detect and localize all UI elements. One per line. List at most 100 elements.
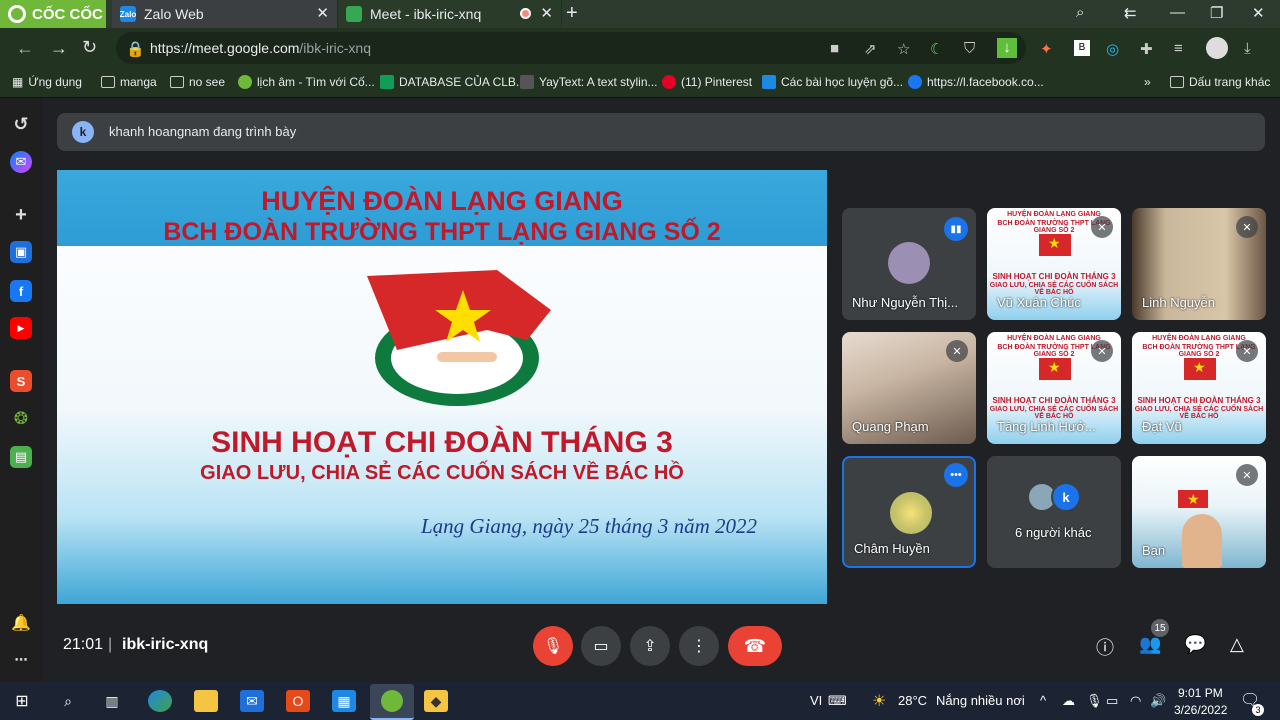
flag-icon — [1178, 490, 1208, 508]
participant-tile[interactable]: HUYỆN ĐOÀN LẠNG GIANG BCH ĐOÀN TRƯỜNG TH… — [987, 208, 1121, 320]
battery-icon[interactable]: ▭ — [1106, 693, 1118, 709]
participant-tile[interactable]: HUYỆN ĐOÀN LẠNG GIANG BCH ĐOÀN TRƯỜNG TH… — [1132, 332, 1266, 444]
people-button[interactable]: 👥 — [1139, 634, 1161, 655]
b-extension-icon[interactable]: B — [1074, 40, 1090, 56]
cloud-icon[interactable]: ☁ — [1062, 693, 1075, 709]
participant-tile[interactable]: ✕ Linh Nguyễn — [1132, 208, 1266, 320]
tab-zalo-web[interactable]: Zalo Zalo Web ✕ — [112, 0, 338, 28]
camera-toggle-button[interactable]: ▭ — [581, 626, 621, 666]
task-view-icon[interactable]: ▥ — [100, 690, 124, 712]
weather-text[interactable]: Nắng nhiều nơi — [936, 693, 1025, 708]
bookmark-no-see[interactable]: no see — [170, 75, 225, 89]
more-options-button[interactable]: ⋮ — [679, 626, 719, 666]
download-extension-icon[interactable]: ↓ — [997, 38, 1017, 58]
volume-icon[interactable]: 🔊 — [1150, 693, 1166, 709]
others-count-label: 6 người khác — [1015, 525, 1092, 540]
minimize-icon[interactable]: — — [1170, 4, 1185, 21]
mail-icon[interactable]: ✉ — [240, 690, 264, 712]
sidebar-more-icon[interactable]: ⋯ — [10, 649, 32, 671]
extension-icon[interactable]: ✦ — [1040, 40, 1053, 58]
add-shortcut-icon[interactable]: + — [10, 204, 32, 226]
url-host: https://meet.google.com — [150, 40, 300, 56]
tile-more-options-icon[interactable]: ••• — [944, 463, 968, 487]
history-icon[interactable]: ⇇ — [1124, 4, 1137, 22]
notification-bell-icon[interactable]: 🔔 — [10, 612, 32, 634]
windows-start-icon[interactable]: ⊞ — [10, 690, 34, 712]
weather-temp[interactable]: 28°C — [898, 693, 927, 708]
tab-meet[interactable]: Meet - ibk-iric-xnq ✕ — [338, 0, 562, 28]
chat-button[interactable]: 💬 — [1184, 634, 1206, 655]
keyboard-icon[interactable]: ⌨ — [828, 693, 847, 709]
bookmark-label: » — [1144, 75, 1151, 89]
tray-chevron-icon[interactable]: ^ — [1040, 693, 1046, 708]
bookmark-facebook[interactable]: https://l.facebook.co... — [908, 75, 1044, 89]
coccoc-taskbar-icon[interactable] — [370, 684, 414, 720]
participant-avatar: k — [1051, 482, 1081, 512]
forward-icon[interactable]: → — [50, 38, 68, 59]
file-explorer-icon[interactable] — [194, 690, 218, 712]
bookmark-manga[interactable]: manga — [101, 75, 157, 89]
contacts-icon[interactable]: ▣ — [10, 241, 32, 263]
url-text[interactable]: https://meet.google.com/ibk-iric-xnq — [150, 40, 371, 56]
coccoc-sidebar-icon[interactable]: ❂ — [10, 408, 32, 430]
mic-toggle-button[interactable]: 🎙 — [533, 626, 573, 666]
lock-icon: 🔒 — [126, 41, 145, 58]
app-taskbar-icon[interactable]: ◆ — [424, 690, 448, 712]
bookmark-star-icon[interactable]: ☆ — [897, 40, 910, 58]
present-screen-button[interactable]: ⇪ — [630, 626, 670, 666]
coccoc-brand-button[interactable]: CỐC CỐC — [0, 0, 106, 28]
meeting-info-button[interactable]: ⓘ — [1096, 634, 1114, 660]
office-icon[interactable]: O — [286, 690, 310, 712]
translate-extension-icon[interactable]: ◎ — [1106, 40, 1119, 58]
dark-mode-icon[interactable]: ☾ — [930, 40, 943, 58]
wifi-icon[interactable]: ◠ — [1130, 693, 1141, 709]
others-tile[interactable]: k 6 người khác — [987, 456, 1121, 568]
maximize-icon[interactable]: ❐ — [1210, 4, 1223, 22]
tab-close-icon[interactable]: ✕ — [540, 4, 553, 22]
people-count-badge: 15 — [1151, 619, 1169, 637]
shield-icon[interactable]: ⛉ — [964, 40, 975, 57]
downloads-icon[interactable]: ⤓ — [1244, 40, 1251, 57]
facebook-icon[interactable]: f — [10, 280, 32, 302]
participant-name: Vũ Xuân Chúc — [997, 295, 1081, 310]
bookmark-database[interactable]: DATABASE CỦA CLB... — [380, 75, 526, 89]
participant-tile[interactable]: ✕ Quang Phạm — [842, 332, 976, 444]
bookmark-other[interactable]: Dấu trang khác — [1170, 75, 1270, 89]
tab-close-icon[interactable]: ✕ — [316, 4, 329, 22]
camera-in-use-icon[interactable]: ■ — [830, 40, 839, 57]
store-icon[interactable]: ▦ — [332, 690, 356, 712]
history-icon[interactable]: ↺ — [10, 113, 32, 135]
zalo-favicon-icon: Zalo — [120, 6, 136, 22]
back-icon[interactable]: ← — [16, 38, 34, 59]
search-icon[interactable]: ⌕ — [56, 690, 80, 712]
profile-avatar[interactable] — [1206, 37, 1228, 59]
input-language[interactable]: VI — [810, 693, 822, 708]
bookmark-luyen-go[interactable]: Các bài học luyện gõ... — [762, 75, 903, 89]
reload-icon[interactable]: ↻ — [82, 37, 97, 58]
facebook-favicon-icon — [908, 75, 922, 89]
messenger-icon[interactable]: ✉ — [10, 151, 32, 173]
bookmark-lich-am[interactable]: lịch âm - Tìm với Cố... — [238, 75, 375, 89]
tab-title: Zalo Web — [144, 6, 204, 22]
youtube-icon[interactable]: ▶ — [10, 317, 32, 339]
bookmark-yaytext[interactable]: YayText: A text stylin... — [520, 75, 658, 89]
share-icon[interactable]: ⇗ — [864, 40, 877, 58]
bookmarks-overflow-button[interactable]: » — [1144, 75, 1151, 89]
puzzle-extensions-icon[interactable]: ✚ — [1140, 40, 1153, 58]
edge-browser-icon[interactable] — [148, 690, 172, 712]
leave-call-button[interactable]: ☎ — [728, 626, 782, 666]
taskbar-date[interactable]: 3/26/2022 — [1174, 703, 1227, 717]
close-window-icon[interactable]: ✕ — [1252, 4, 1265, 22]
participant-tile[interactable]: HUYỆN ĐOÀN LẠNG GIANG BCH ĐOÀN TRƯỜNG TH… — [987, 332, 1121, 444]
bookmark-apps[interactable]: ▦ Ứng dụng — [12, 75, 82, 89]
shopee-icon[interactable]: S — [10, 370, 32, 392]
microphone-icon[interactable]: 🎙 — [1086, 693, 1103, 709]
new-tab-button[interactable]: + — [566, 2, 578, 25]
taskbar-time[interactable]: 9:01 PM — [1178, 686, 1223, 700]
activities-button[interactable]: △ — [1230, 634, 1244, 655]
self-tile[interactable]: ✕ Bạn — [1132, 456, 1266, 568]
sheets-icon[interactable]: ▤ — [10, 446, 32, 468]
search-tabs-icon[interactable]: ⌕ — [1076, 4, 1084, 21]
reading-list-icon[interactable]: ≡ — [1174, 40, 1183, 57]
bookmark-pinterest[interactable]: (11) Pinterest — [662, 75, 752, 89]
